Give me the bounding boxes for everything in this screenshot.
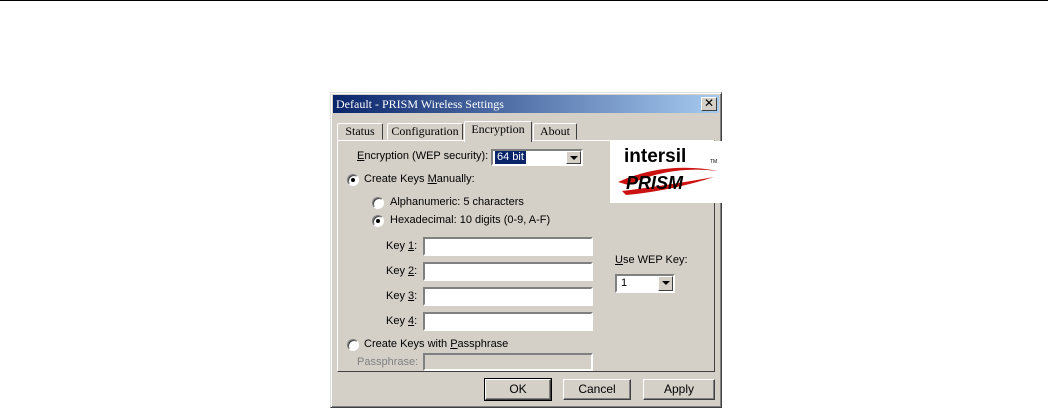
logo-intersil-text: intersil xyxy=(624,146,686,167)
key1-label: Key 1: xyxy=(386,240,418,252)
logo-prism-text: PRISM xyxy=(626,173,684,193)
chevron-down-icon[interactable] xyxy=(658,276,673,291)
passphrase-label: Passphrase: xyxy=(357,356,419,368)
tab-status[interactable]: Status xyxy=(337,123,383,140)
chevron-down-icon[interactable] xyxy=(566,151,581,164)
tab-encryption[interactable]: Encryption xyxy=(464,121,532,142)
logo-tm-text: TM xyxy=(710,159,717,165)
key4-input[interactable] xyxy=(423,312,593,331)
encryption-label: Encryption (WEP security): xyxy=(357,150,489,162)
wireless-settings-dialog: Default - PRISM Wireless Settings ✕ Stat… xyxy=(330,92,722,408)
window-title: Default - PRISM Wireless Settings xyxy=(336,97,504,111)
key2-input[interactable] xyxy=(423,262,593,281)
encryption-select[interactable]: 64 bit xyxy=(491,149,583,166)
passphrase-radio[interactable] xyxy=(347,339,359,351)
key1-input[interactable] xyxy=(423,237,593,256)
cancel-button[interactable]: Cancel xyxy=(563,379,631,400)
alphanumeric-radio[interactable] xyxy=(372,197,384,209)
passphrase-mode-label: Create Keys with Passphrase xyxy=(364,338,509,350)
key3-input[interactable] xyxy=(423,287,593,306)
use-wep-key-select[interactable]: 1 xyxy=(615,274,675,293)
tab-about[interactable]: About xyxy=(533,123,577,140)
close-button[interactable]: ✕ xyxy=(701,97,717,111)
intersil-prism-logo: intersil TM PRISM xyxy=(610,141,722,203)
use-wep-key-value: 1 xyxy=(621,277,628,289)
ok-button[interactable]: OK xyxy=(484,378,552,401)
manual-keys-radio[interactable] xyxy=(347,174,359,186)
use-wep-key-label: Use WEP Key: xyxy=(615,254,688,266)
hexadecimal-radio[interactable] xyxy=(372,215,384,227)
alphanumeric-label: Alphanumeric: 5 characters xyxy=(390,196,524,208)
manual-keys-label: Create Keys Manually: xyxy=(364,173,475,185)
apply-button[interactable]: Apply xyxy=(643,379,715,400)
encryption-value: 64 bit xyxy=(495,151,526,164)
title-bar[interactable]: Default - PRISM Wireless Settings ✕ xyxy=(333,95,719,113)
top-rule xyxy=(0,0,1048,1)
key2-label: Key 2: xyxy=(386,265,418,277)
passphrase-input[interactable] xyxy=(423,353,593,371)
key3-label: Key 3: xyxy=(386,290,418,302)
tab-configuration[interactable]: Configuration xyxy=(387,123,463,140)
encryption-panel: Encryption (WEP security): 64 bit inters… xyxy=(337,140,722,372)
close-icon: ✕ xyxy=(703,96,715,110)
key4-label: Key 4: xyxy=(386,315,418,327)
hexadecimal-label: Hexadecimal: 10 digits (0-9, A-F) xyxy=(390,214,551,226)
